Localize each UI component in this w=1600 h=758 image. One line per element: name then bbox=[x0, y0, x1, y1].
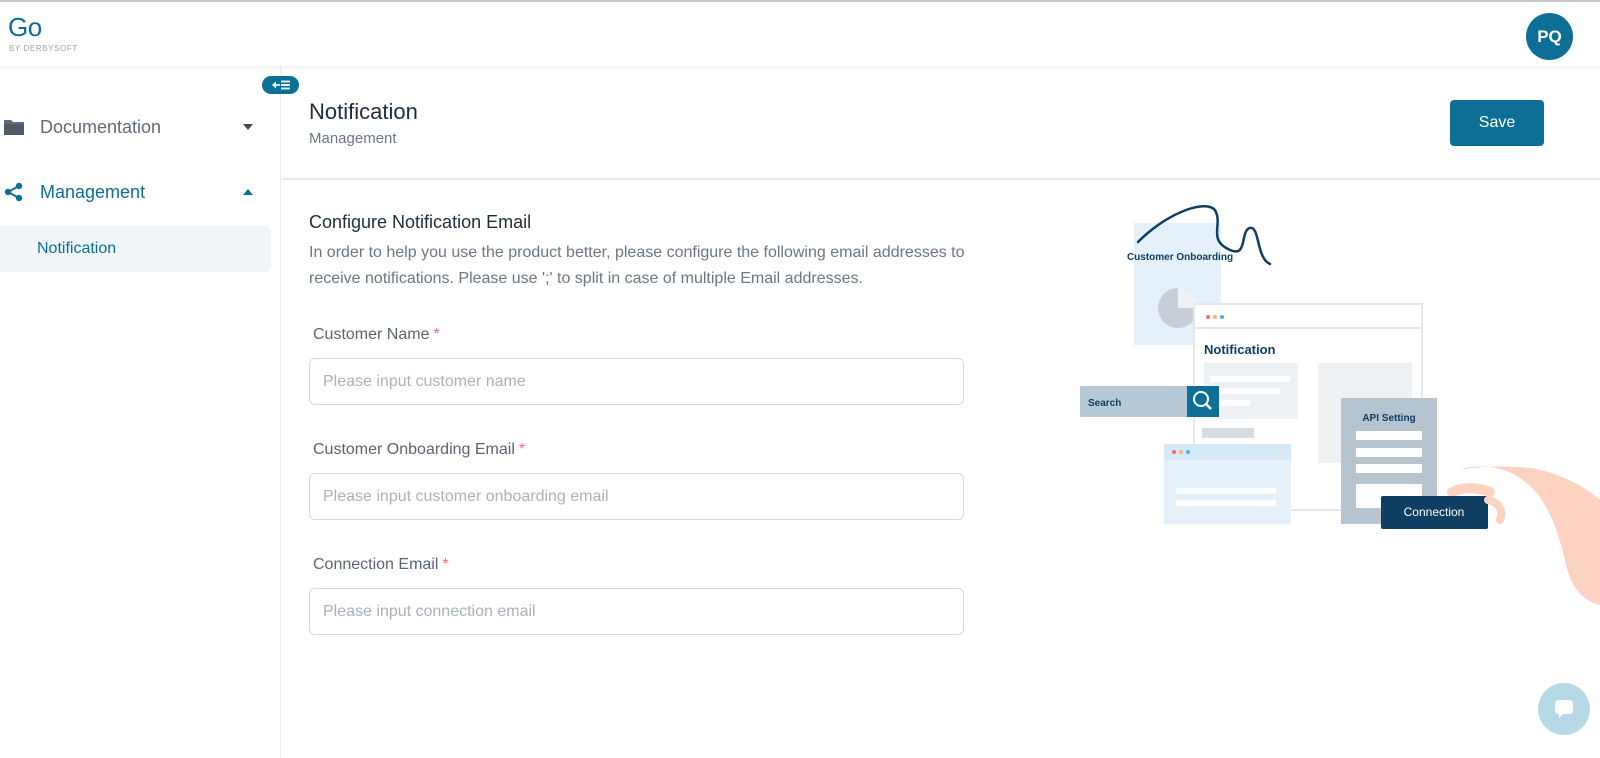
save-button[interactable]: Save bbox=[1450, 100, 1544, 146]
required-mark: * bbox=[433, 326, 440, 343]
customer-onboarding-email-label: Customer Onboarding Email * bbox=[313, 441, 525, 459]
sidebar-item-documentation[interactable]: Documentation bbox=[0, 107, 281, 147]
required-mark: * bbox=[518, 441, 526, 458]
sidebar-item-label: Management bbox=[40, 181, 146, 202]
card-notification-text: Notification bbox=[1204, 342, 1276, 357]
collapse-menu-icon bbox=[271, 80, 290, 90]
field-label-text: Connection Email bbox=[313, 556, 439, 573]
logo-sub-text: BY DERBYSOFT bbox=[9, 44, 78, 53]
sidebar-item-management[interactable]: Management bbox=[0, 172, 281, 212]
section-description: In order to help you use the product bet… bbox=[309, 244, 965, 287]
sidebar-subitem-notification[interactable]: Notification bbox=[0, 226, 271, 272]
collapse-sidebar-button[interactable] bbox=[262, 76, 299, 94]
connection-email-input[interactable] bbox=[309, 588, 964, 635]
search-label-text: Search bbox=[1088, 398, 1121, 409]
api-setting-text: API Setting bbox=[1362, 413, 1415, 424]
field-label-text: Customer Onboarding Email bbox=[313, 441, 515, 458]
help-chat-icon bbox=[1555, 700, 1573, 718]
page-header: Notification Management Save bbox=[282, 66, 1600, 180]
connection-text: Connection bbox=[1404, 505, 1465, 519]
sidebar: Documentation Management Notification bbox=[0, 66, 281, 758]
user-avatar[interactable]: PQ bbox=[1526, 13, 1573, 60]
customer-name-label: Customer Name * bbox=[313, 326, 440, 344]
customer-name-input[interactable] bbox=[309, 358, 964, 405]
notification-illustration: Customer Onboarding Notification Search … bbox=[1080, 204, 1600, 605]
sidebar-item-label: Documentation bbox=[40, 116, 162, 137]
caret-up-icon bbox=[242, 186, 254, 198]
connection-email-label: Connection Email * bbox=[313, 556, 449, 574]
folder-icon bbox=[3, 116, 25, 138]
field-label-text: Customer Name bbox=[313, 326, 430, 343]
logo-main-text: Go bbox=[8, 12, 42, 42]
customer-onboarding-email-input[interactable] bbox=[309, 473, 964, 520]
app-logo[interactable]: Go BY DERBYSOFT bbox=[8, 14, 78, 53]
sidebar-subitem-label: Notification bbox=[37, 240, 117, 257]
notification-email-form: Configure Notification Email In order to… bbox=[309, 212, 969, 292]
page-breadcrumb: Management bbox=[309, 130, 397, 147]
caret-down-icon bbox=[242, 121, 254, 133]
form-fields: Customer Name* Customer Onboarding Email… bbox=[309, 324, 969, 654]
required-mark: * bbox=[442, 556, 449, 573]
page-title: Notification bbox=[309, 99, 418, 124]
help-chat-button[interactable] bbox=[1538, 683, 1590, 735]
section-title: Configure Notification Email bbox=[309, 212, 532, 232]
top-bar: Go BY DERBYSOFT PQ bbox=[0, 0, 1600, 66]
share-icon bbox=[3, 181, 25, 203]
card-customer-onboarding-text: Customer Onboarding bbox=[1127, 252, 1233, 263]
